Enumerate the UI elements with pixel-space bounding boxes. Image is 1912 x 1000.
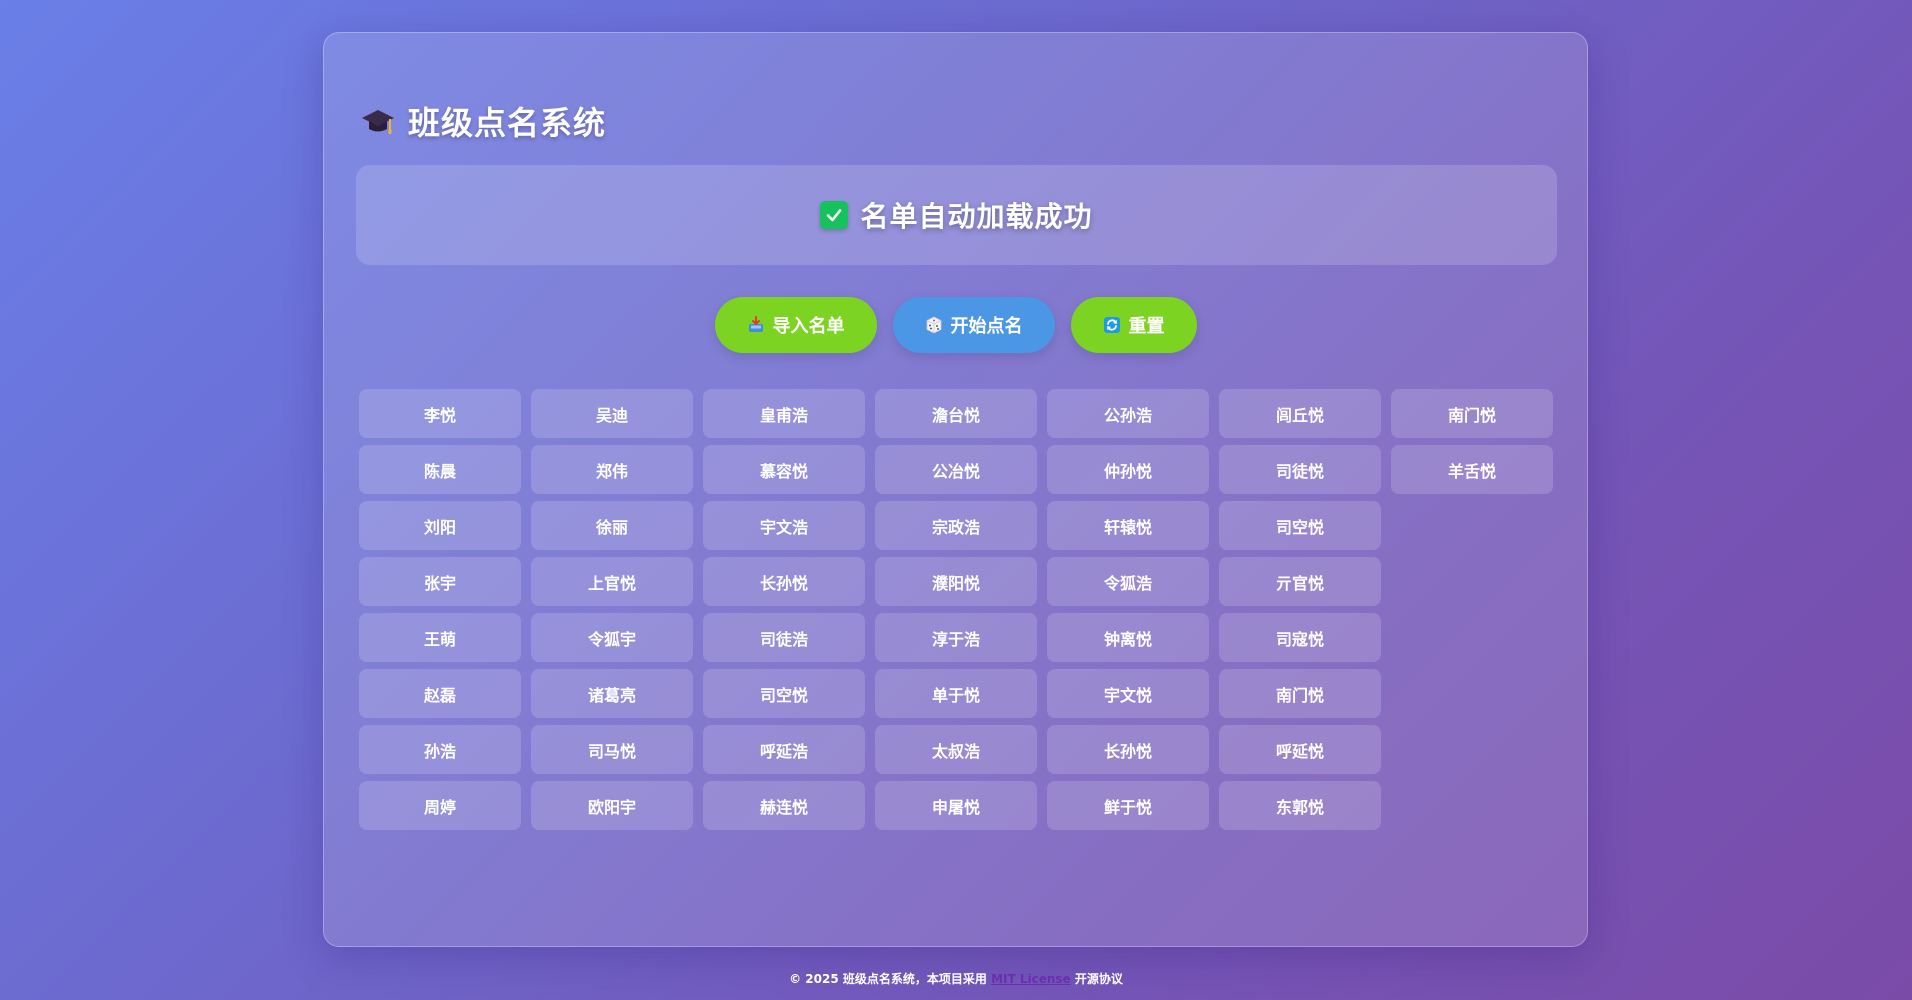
student-name-cell[interactable]: 濮阳悦 — [875, 557, 1037, 606]
student-name-cell[interactable]: 单于悦 — [875, 669, 1037, 718]
student-name-cell[interactable]: 澹台悦 — [875, 389, 1037, 438]
student-name-cell[interactable]: 司马悦 — [531, 725, 693, 774]
student-name-cell[interactable]: 长孙悦 — [1047, 725, 1209, 774]
student-name-cell[interactable]: 宇文浩 — [703, 501, 865, 550]
footer-prefix: © 2025 班级点名系统，本项目采用 — [789, 972, 987, 986]
student-name-cell[interactable]: 呼延悦 — [1219, 725, 1381, 774]
empty-cell — [1391, 557, 1553, 606]
student-name-cell[interactable]: 司徒悦 — [1219, 445, 1381, 494]
student-name-cell[interactable]: 孙浩 — [359, 725, 521, 774]
student-name-cell[interactable]: 诸葛亮 — [531, 669, 693, 718]
dice-icon — [925, 316, 943, 334]
empty-cell — [1391, 725, 1553, 774]
student-name-cell[interactable]: 司空悦 — [1219, 501, 1381, 550]
student-name-cell[interactable]: 陈晨 — [359, 445, 521, 494]
status-message: 名单自动加载成功 — [860, 200, 1093, 233]
reset-button[interactable]: 重置 — [1070, 297, 1197, 353]
import-list-label: 导入名单 — [772, 316, 845, 337]
header: 班级点名系统 — [360, 91, 606, 151]
student-name-cell[interactable]: 闾丘悦 — [1219, 389, 1381, 438]
student-name-cell[interactable]: 长孙悦 — [703, 557, 865, 606]
student-name-cell[interactable]: 司徒浩 — [703, 613, 865, 662]
student-name-cell[interactable]: 郑伟 — [531, 445, 693, 494]
student-name-cell[interactable]: 徐丽 — [531, 501, 693, 550]
empty-cell — [1391, 781, 1553, 830]
student-name-cell[interactable]: 羊舌悦 — [1391, 445, 1553, 494]
license-link[interactable]: MIT License — [991, 972, 1071, 986]
student-name-cell[interactable]: 刘阳 — [359, 501, 521, 550]
empty-cell — [1391, 501, 1553, 550]
student-name-cell[interactable]: 钟离悦 — [1047, 613, 1209, 662]
inbox-tray-icon — [747, 316, 765, 334]
reset-label: 重置 — [1128, 316, 1165, 337]
action-buttons: 导入名单 开始点名 重置 — [324, 297, 1587, 353]
student-name-cell[interactable]: 吴迪 — [531, 389, 693, 438]
student-name-cell[interactable]: 周婷 — [359, 781, 521, 830]
footer-suffix: 开源协议 — [1074, 972, 1123, 986]
student-name-cell[interactable]: 张宇 — [359, 557, 521, 606]
student-name-cell[interactable]: 淳于浩 — [875, 613, 1037, 662]
import-list-button[interactable]: 导入名单 — [714, 297, 877, 353]
student-name-cell[interactable]: 司寇悦 — [1219, 613, 1381, 662]
student-name-cell[interactable]: 司空悦 — [703, 669, 865, 718]
start-rollcall-label: 开始点名 — [950, 316, 1023, 337]
student-grid: 李悦 吴迪 皇甫浩 澹台悦 公孙浩 闾丘悦 南门悦 陈晨 郑伟 慕容悦 公冶悦 仲孙悦 司徒悦 羊舌悦 刘阳… — [359, 389, 1553, 830]
empty-cell — [1391, 669, 1553, 718]
student-name-cell[interactable]: 鲜于悦 — [1047, 781, 1209, 830]
student-name-cell[interactable]: 皇甫浩 — [703, 389, 865, 438]
status-banner: 名单自动加载成功 — [356, 165, 1557, 265]
student-name-cell[interactable]: 公冶悦 — [875, 445, 1037, 494]
student-name-cell[interactable]: 王萌 — [359, 613, 521, 662]
student-name-cell[interactable]: 东郭悦 — [1219, 781, 1381, 830]
student-name-cell[interactable]: 欧阳宇 — [531, 781, 693, 830]
footer: © 2025 班级点名系统，本项目采用 MIT License 开源协议 — [0, 970, 1912, 987]
empty-cell — [1391, 613, 1553, 662]
page-title: 班级点名系统 — [408, 104, 607, 142]
student-name-cell[interactable]: 令狐宇 — [531, 613, 693, 662]
check-box-icon — [820, 201, 849, 229]
graduation-cap-icon — [360, 103, 396, 139]
student-name-cell[interactable]: 赫连悦 — [703, 781, 865, 830]
student-name-cell[interactable]: 南门悦 — [1219, 669, 1381, 718]
main-card: 班级点名系统 名单自动加载成功 导入名单 开始点名 重置 李悦 吴迪 皇甫浩 澹… — [323, 32, 1588, 947]
student-name-cell[interactable]: 宇文悦 — [1047, 669, 1209, 718]
student-name-cell[interactable]: 仲孙悦 — [1047, 445, 1209, 494]
student-name-cell[interactable]: 亓官悦 — [1219, 557, 1381, 606]
student-name-cell[interactable]: 慕容悦 — [703, 445, 865, 494]
refresh-icon — [1103, 316, 1121, 334]
student-name-cell[interactable]: 赵磊 — [359, 669, 521, 718]
student-name-cell[interactable]: 太叔浩 — [875, 725, 1037, 774]
student-name-cell[interactable]: 南门悦 — [1391, 389, 1553, 438]
student-name-cell[interactable]: 宗政浩 — [875, 501, 1037, 550]
student-name-cell[interactable]: 公孙浩 — [1047, 389, 1209, 438]
student-name-cell[interactable]: 上官悦 — [531, 557, 693, 606]
student-name-cell[interactable]: 李悦 — [359, 389, 521, 438]
student-name-cell[interactable]: 轩辕悦 — [1047, 501, 1209, 550]
student-name-cell[interactable]: 令狐浩 — [1047, 557, 1209, 606]
start-rollcall-button[interactable]: 开始点名 — [892, 297, 1055, 353]
student-name-cell[interactable]: 呼延浩 — [703, 725, 865, 774]
student-name-cell[interactable]: 申屠悦 — [875, 781, 1037, 830]
